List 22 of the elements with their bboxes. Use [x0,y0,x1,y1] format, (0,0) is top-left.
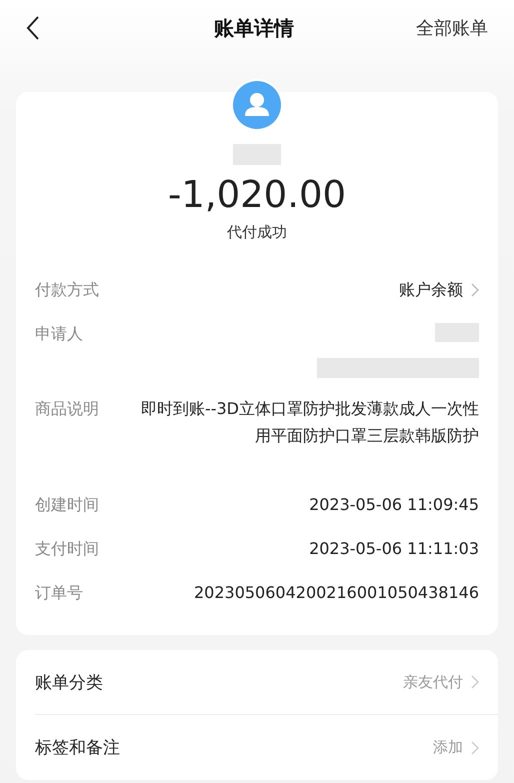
detail-label: 商品说明 [35,398,99,420]
chevron-right-icon [471,282,479,296]
back-icon [26,16,40,40]
detail-label: 订单号 [35,582,83,604]
detail-value: 即时到账--3D立体口罩防护批发薄款成人一次性用平面防护口罩三层款韩版防护 [140,398,479,447]
status-text: 代付成功 [227,223,287,242]
detail-value: 2023-05-06 11:09:45 [309,494,479,516]
option-row[interactable]: 账单分类 亲友代付 [35,650,498,715]
detail-value: 2023-05-06 11:11:03 [309,538,479,560]
option-row[interactable]: 标签和备注 添加 [35,715,498,780]
detail-label: 支付时间 [35,538,99,560]
detail-value: 2023050604200216001050438146 [194,582,479,604]
all-bills-link[interactable]: 全部账单 [416,16,488,40]
page-title: 账单详情 [214,14,294,42]
chevron-right-icon [471,740,479,754]
amount: -1,020.00 [168,173,346,217]
detail-label: 申请人 [35,323,83,345]
detail-label: 创建时间 [35,494,99,516]
chevron-right-icon [471,675,479,689]
detail-label: 付款方式 [35,279,99,301]
avatar-icon [233,81,281,129]
detail-value[interactable]: 账户余额 [399,276,463,303]
